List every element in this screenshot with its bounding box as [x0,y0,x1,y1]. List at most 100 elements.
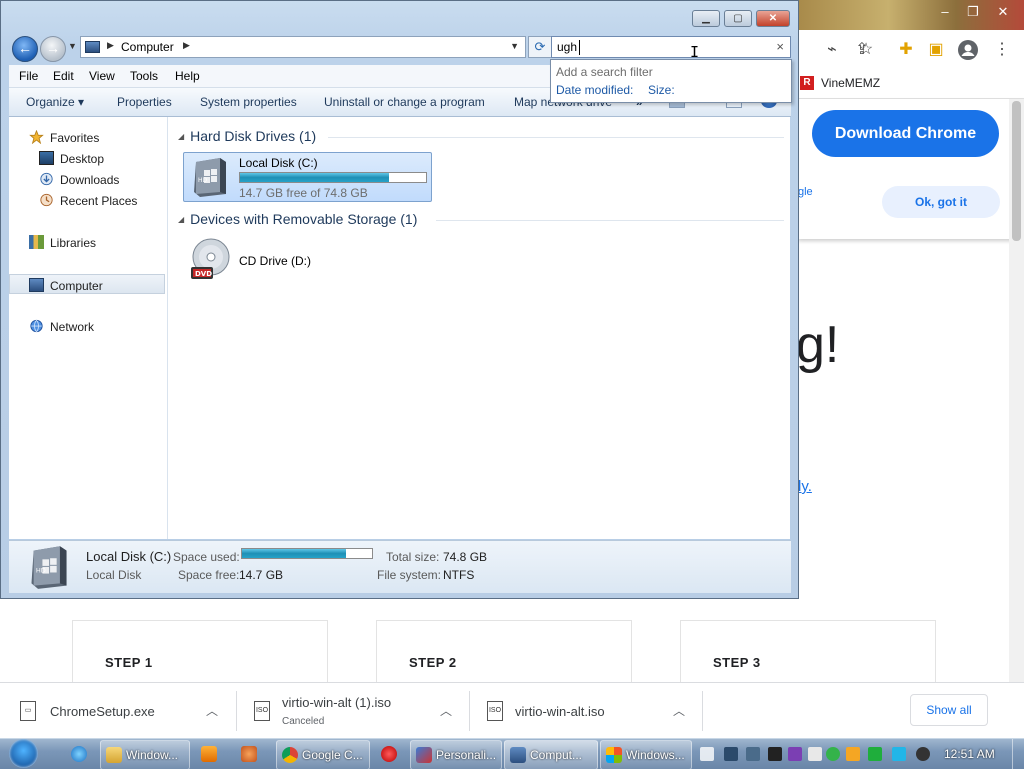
extensions-icon[interactable]: ✚ [896,40,916,60]
menu-file[interactable]: File [19,69,38,83]
chrome-close-button[interactable]: ✕ [992,4,1014,20]
taskbar-chrome-button[interactable]: Google C... [276,740,370,770]
tray-arrow-icon[interactable] [700,747,714,761]
tray-volume-icon[interactable] [916,747,930,761]
nav-downloads[interactable]: Downloads [9,169,165,189]
taskbar-clock[interactable]: 12:51 AM [944,747,995,761]
media-player-pinned[interactable] [196,740,226,768]
bookmark-star-icon[interactable]: ☆ [856,40,876,60]
taskbar-windows-button[interactable]: Windows... [600,740,692,770]
organize-button[interactable]: Organize ▾ [26,95,84,109]
chrome-maximize-button[interactable]: ❐ [962,4,984,20]
tray-dropbox-icon[interactable] [746,747,760,761]
nav-label: Computer [50,279,103,293]
menu-view[interactable]: View [89,69,115,83]
group-title: Hard Disk Drives (1) [190,128,317,144]
recent-pages-dropdown[interactable]: ▼ [68,41,77,51]
properties-button[interactable]: Properties [117,95,172,109]
chevron-up-icon[interactable]: ︿ [206,702,218,719]
chrome-minimize-button[interactable]: – [934,4,956,20]
search-input[interactable]: ugh × [551,36,791,58]
chrome-icon [282,747,298,763]
nav-computer[interactable]: Computer [9,274,165,294]
nav-network[interactable]: Network [9,316,165,336]
group-title: Devices with Removable Storage (1) [190,211,418,227]
taskbar-computer-button[interactable]: Comput... [504,740,598,770]
maximize-button[interactable]: ▢ [724,10,752,27]
profile-avatar-icon[interactable] [958,40,978,60]
menu-edit[interactable]: Edit [53,69,74,83]
nav-libraries[interactable]: Libraries [9,232,165,252]
paint-pinned[interactable] [236,740,270,768]
close-button[interactable]: ✕ [756,10,790,27]
breadcrumb-arrow-icon[interactable]: ▶ [107,40,114,51]
download-chrome-button[interactable]: Download Chrome [812,110,999,157]
local-disk-item[interactable]: HD Local Disk (C:) 14.7 GB free of 74.8 … [183,152,432,202]
download-item[interactable]: ISO virtio-win-alt (1).iso Canceled ︿ [254,683,464,739]
forward-button[interactable]: → [40,36,66,62]
group-header-removable[interactable]: ◢ Devices with Removable Storage (1) [178,211,417,227]
minimize-button[interactable]: ▁ [692,10,720,27]
tray-app-icon[interactable] [826,747,840,761]
nav-label: Favorites [50,131,100,145]
drive-free-space: 14.7 GB free of 74.8 GB [239,186,368,200]
clear-search-icon[interactable]: × [776,39,784,54]
tray-app-icon[interactable] [724,747,738,761]
collapse-triangle-icon[interactable]: ◢ [178,215,184,224]
tray-app-icon[interactable] [768,747,782,761]
address-bar[interactable]: ▶ Computer ▶ ▼ [80,36,526,58]
cd-drive-item[interactable]: DVD CD Drive (D:) [183,235,383,283]
filter-date-modified[interactable]: Date modified: [556,83,633,97]
download-name: virtio-win-alt.iso [515,704,605,719]
tray-network-icon[interactable] [868,747,882,761]
nav-recent-places[interactable]: Recent Places [9,190,165,210]
show-all-button[interactable]: Show all [910,694,988,726]
nav-label: Network [50,320,95,334]
group-header-hard-disks[interactable]: ◢ Hard Disk Drives (1) [178,128,316,144]
taskbar-personalize-button[interactable]: Personali... [410,740,502,770]
collapse-triangle-icon[interactable]: ◢ [178,132,184,141]
breadcrumb-computer[interactable]: Computer [121,40,174,54]
partial-link-text[interactable]: gle [798,186,813,198]
show-desktop-button[interactable] [1012,739,1024,769]
drive-usage-fill [240,173,389,182]
side-panel-icon[interactable]: ▣ [926,40,946,60]
address-dropdown-icon[interactable]: ▼ [510,41,519,51]
menu-help[interactable]: Help [175,69,200,83]
download-item[interactable]: ISO virtio-win-alt.iso ︿ [487,683,697,739]
uninstall-program-button[interactable]: Uninstall or change a program [324,95,485,109]
ok-got-it-button[interactable]: Ok, got it [882,186,1000,218]
taskbar-label: Windows... [626,748,685,762]
tray-display-icon[interactable] [892,747,906,761]
bookmark-vinememz[interactable]: VineMEMZ [821,76,880,90]
breadcrumb-arrow-icon[interactable]: ▶ [183,40,190,51]
filter-size[interactable]: Size: [648,83,675,97]
space-used-label: Space used: [173,550,240,564]
chrome-scrollbar[interactable] [1009,99,1024,682]
chrome-menu-icon[interactable]: ⋮ [992,40,1012,60]
back-button[interactable]: ← [12,36,38,62]
star-icon [29,130,44,144]
step-label: STEP 3 [713,655,761,670]
taskbar-explorer-button[interactable]: Window... [100,740,190,770]
cast-icon[interactable]: ⌁ [822,40,842,60]
nav-desktop[interactable]: Desktop [9,148,165,168]
tray-app-icon[interactable] [808,747,822,761]
svg-text:HD: HD [198,177,208,184]
search-filter-dropdown: Add a search filter Date modified: Size: [550,59,792,103]
nav-favorites[interactable]: Favorites [9,127,165,147]
scrollbar-thumb[interactable] [1012,101,1021,241]
download-item[interactable]: ▭ ChromeSetup.exe ︿ [20,683,230,739]
chevron-up-icon[interactable]: ︿ [673,702,685,719]
system-properties-button[interactable]: System properties [200,95,297,109]
start-button[interactable] [6,739,42,769]
opera-pinned[interactable] [376,740,406,768]
tray-search-icon[interactable] [846,747,860,761]
link-fragment[interactable]: ly. [798,478,812,495]
refresh-button[interactable]: ⟳ [528,36,552,58]
ie-pinned[interactable] [66,740,96,768]
chevron-up-icon[interactable]: ︿ [440,702,452,719]
tray-onenote-icon[interactable] [788,747,802,761]
menu-tools[interactable]: Tools [130,69,158,83]
download-name: virtio-win-alt (1).iso [282,695,392,710]
